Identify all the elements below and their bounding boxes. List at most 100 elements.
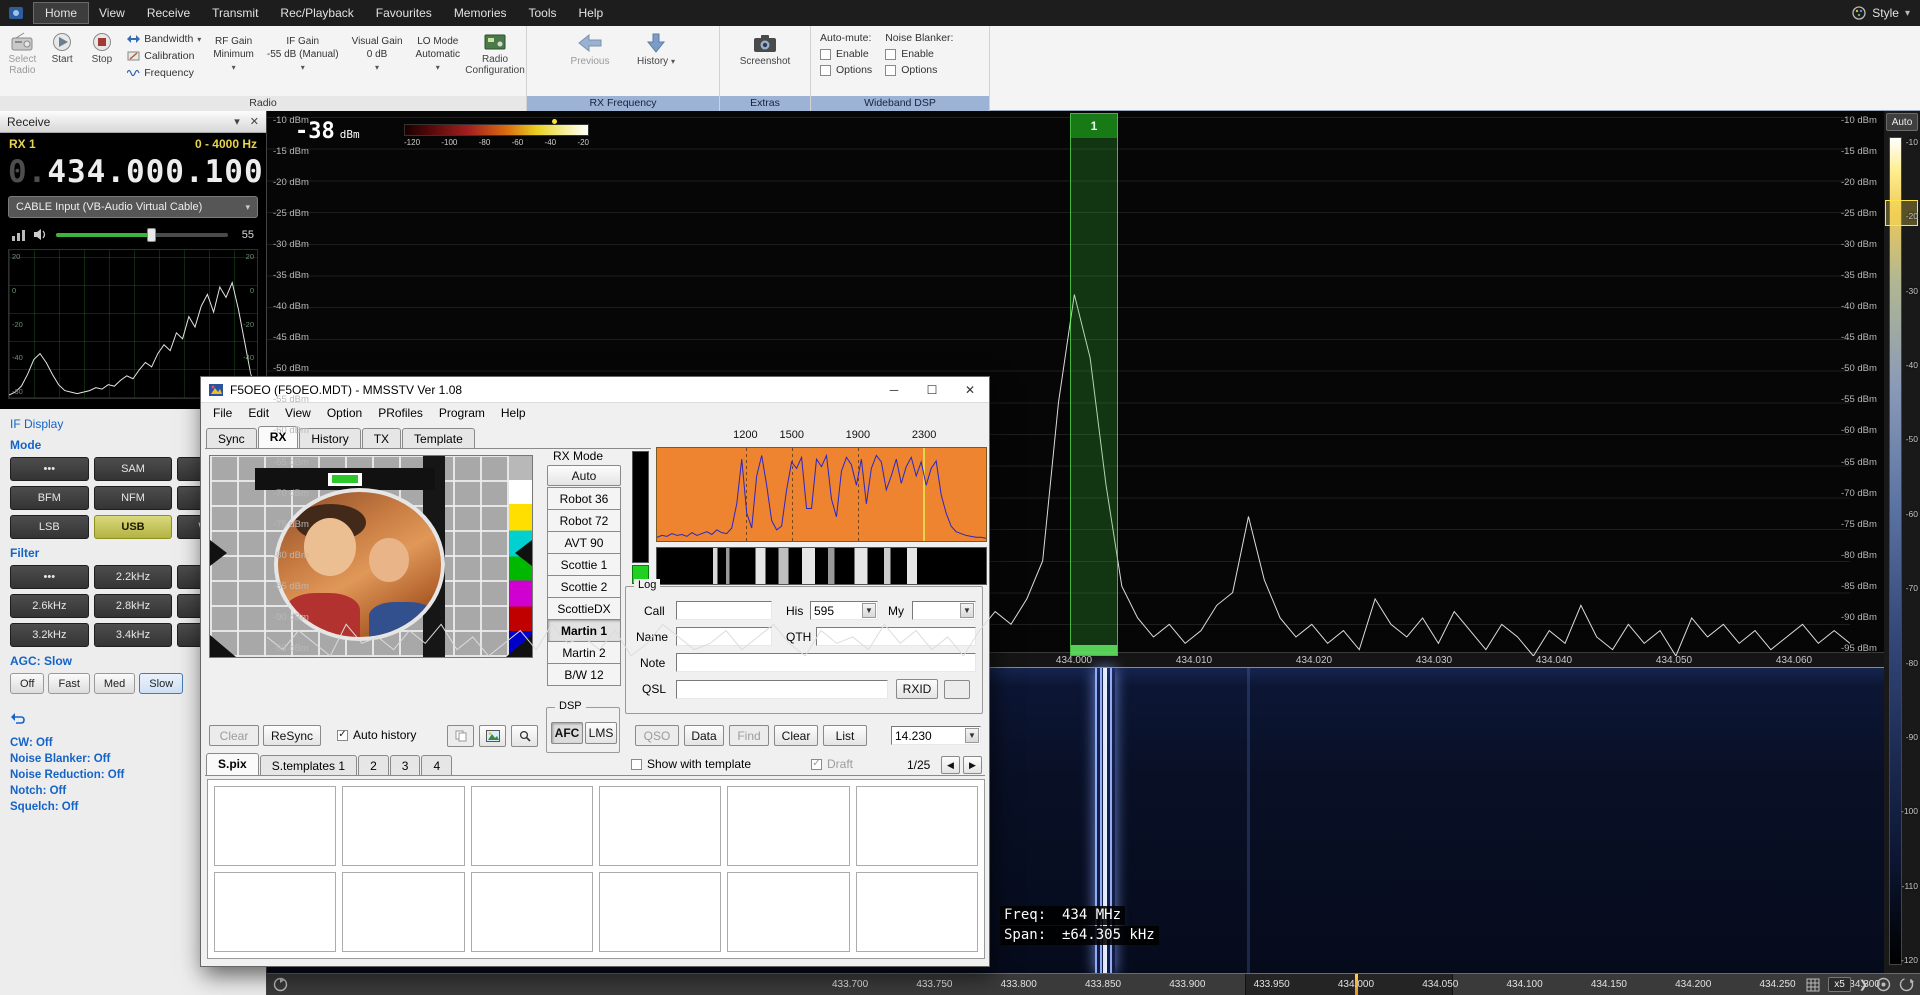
style-label[interactable]: Style	[1872, 6, 1899, 20]
menu-tab[interactable]: Receive	[136, 3, 201, 23]
filter-button[interactable]: 2.2kHz	[94, 565, 173, 589]
nav-refresh-icon[interactable]	[1899, 977, 1914, 992]
template-thumbnail[interactable]	[856, 872, 978, 952]
afc-button[interactable]: AFC	[551, 722, 583, 744]
screenshot-button[interactable]: Screenshot	[739, 30, 791, 69]
mmsstv-lower-tab[interactable]: S.templates 1	[260, 755, 357, 775]
mode-button[interactable]: USB	[94, 515, 173, 539]
qso-button[interactable]: QSO	[635, 725, 679, 746]
previous-button[interactable]: Previous	[564, 30, 616, 69]
auto-mute-options-button[interactable]: Options	[820, 64, 872, 76]
nav-left-reset-icon[interactable]	[273, 977, 288, 992]
agc-button[interactable]: Med	[94, 673, 135, 694]
auto-history-checkbox[interactable]: ✓ Auto history	[337, 728, 416, 742]
pager-next-button[interactable]: ▶	[963, 756, 982, 774]
magnifier-button[interactable]	[511, 725, 538, 747]
log-freq-combo[interactable]: 14.230 ▼	[891, 726, 981, 745]
filter-button[interactable]: 2.6kHz	[10, 594, 89, 618]
menu-tab[interactable]: Tools	[518, 3, 568, 23]
visual-gain-dropdown[interactable]: Visual Gain 0 dB ▾	[348, 30, 407, 79]
mmsstv-menu-item[interactable]: File	[205, 404, 240, 422]
frequency-nav-bar[interactable]: 433.700433.750433.800433.850433.900433.9…	[267, 973, 1920, 995]
bandwidth-button[interactable]: Bandwidth▾	[124, 32, 204, 46]
rxid-button[interactable]: RXID	[896, 679, 938, 699]
log-clear-button[interactable]: Clear	[774, 725, 818, 746]
mmsstv-lower-tab[interactable]: 2	[358, 755, 389, 775]
mmsstv-lower-tab[interactable]: 3	[390, 755, 421, 775]
mode-button[interactable]: NFM	[94, 486, 173, 510]
template-thumbnail[interactable]	[214, 872, 336, 952]
template-thumbnail[interactable]	[471, 872, 593, 952]
show-with-template-checkbox[interactable]: Show with template	[631, 757, 751, 771]
auto-mute-enable-checkbox[interactable]: Enable	[820, 48, 872, 60]
lms-button[interactable]: LMS	[585, 722, 617, 744]
template-thumbnail[interactable]	[727, 786, 849, 866]
log-freq-arrow-icon[interactable]: ▼	[965, 728, 979, 743]
data-button[interactable]: Data	[684, 725, 724, 746]
template-thumbnail[interactable]	[471, 786, 593, 866]
resync-button[interactable]: ReSync	[263, 725, 321, 746]
noise-blanker-enable-checkbox[interactable]: Enable	[885, 48, 953, 60]
frequency-display[interactable]: 0.434.000.100	[0, 153, 266, 194]
mode-button[interactable]: SAM	[94, 457, 173, 481]
style-palette-icon[interactable]	[1852, 6, 1866, 20]
mmsstv-lower-tab[interactable]: S.pix	[206, 753, 259, 775]
channel-marker-band[interactable]: 1	[1070, 113, 1118, 656]
style-caret-icon[interactable]: ▾	[1905, 8, 1910, 19]
nav-recenter-icon[interactable]	[1876, 977, 1891, 992]
noise-blanker-options-button[interactable]: Options	[885, 64, 953, 76]
draft-checkbox[interactable]: ✓ Draft	[811, 757, 853, 771]
spectrum-display[interactable]: -38dBm -120-100-80-60-40-20 -10 dBm-15 d…	[267, 111, 1884, 667]
panel-collapse-icon[interactable]: ▾	[234, 115, 240, 128]
agc-button[interactable]: Fast	[48, 673, 89, 694]
filter-button[interactable]: 3.4kHz	[94, 623, 173, 647]
copy-button[interactable]	[447, 725, 474, 747]
radio-configuration-button[interactable]: RadioConfiguration	[469, 30, 521, 78]
rf-gain-dropdown[interactable]: RF Gain Minimum ▾	[209, 30, 258, 79]
picture-button[interactable]	[479, 725, 506, 747]
rx-clear-button[interactable]: Clear	[209, 725, 259, 746]
frequency-button[interactable]: Frequency	[124, 66, 204, 80]
menu-tab[interactable]: Memories	[443, 3, 518, 23]
filter-button[interactable]: •••	[10, 565, 89, 589]
start-button[interactable]: Start	[45, 30, 80, 67]
mode-button[interactable]: BFM	[10, 486, 89, 510]
mmsstv-lower-tab[interactable]: 4	[421, 755, 452, 775]
mode-button[interactable]: LSB	[10, 515, 89, 539]
template-thumbnail[interactable]	[599, 872, 721, 952]
menu-tab[interactable]: View	[88, 3, 136, 23]
filter-button[interactable]: 3.2kHz	[10, 623, 89, 647]
menu-tab[interactable]: Transmit	[201, 3, 269, 23]
if-gain-dropdown[interactable]: IF Gain -55 dB (Manual) ▾	[263, 30, 343, 79]
rx-mode-button[interactable]: B/W 12	[547, 663, 621, 686]
template-thumbnail[interactable]	[856, 786, 978, 866]
template-thumbnail[interactable]	[214, 786, 336, 866]
volume-slider[interactable]	[56, 233, 228, 237]
calibration-button[interactable]: Calibration	[124, 49, 204, 63]
template-thumbnail[interactable]	[342, 872, 464, 952]
qsl-input[interactable]	[676, 680, 888, 699]
list-button[interactable]: List	[823, 725, 867, 746]
template-thumbnail[interactable]	[727, 872, 849, 952]
agc-button[interactable]: Slow	[139, 673, 183, 694]
menu-tab[interactable]: Favourites	[365, 3, 443, 23]
app-menu-icon[interactable]	[6, 4, 26, 22]
nav-grid-icon[interactable]	[1806, 978, 1820, 992]
lo-mode-dropdown[interactable]: LO Mode Automatic ▾	[412, 30, 464, 79]
palette-auto-button[interactable]: Auto	[1886, 113, 1918, 131]
nav-zoom-level[interactable]: x5	[1828, 977, 1851, 992]
agc-button[interactable]: Off	[10, 673, 44, 694]
template-thumbnail[interactable]	[342, 786, 464, 866]
mode-button[interactable]: •••	[10, 457, 89, 481]
menu-tab[interactable]: Home	[34, 3, 88, 23]
audio-device-select[interactable]: CABLE Input (VB-Audio Virtual Cable) ▾	[8, 196, 258, 218]
select-radio-button[interactable]: Select Radio	[5, 30, 40, 78]
menu-tab[interactable]: Rec/Playback	[269, 3, 364, 23]
nav-chevron-right-icon[interactable]: ❯	[1859, 978, 1868, 991]
speaker-icon[interactable]	[33, 228, 48, 241]
receive-panel-header[interactable]: Receive ▾ ✕	[0, 111, 266, 133]
filter-button[interactable]: 2.8kHz	[94, 594, 173, 618]
find-button[interactable]: Find	[729, 725, 769, 746]
history-button[interactable]: History ▾	[630, 30, 682, 69]
template-thumbnail[interactable]	[599, 786, 721, 866]
